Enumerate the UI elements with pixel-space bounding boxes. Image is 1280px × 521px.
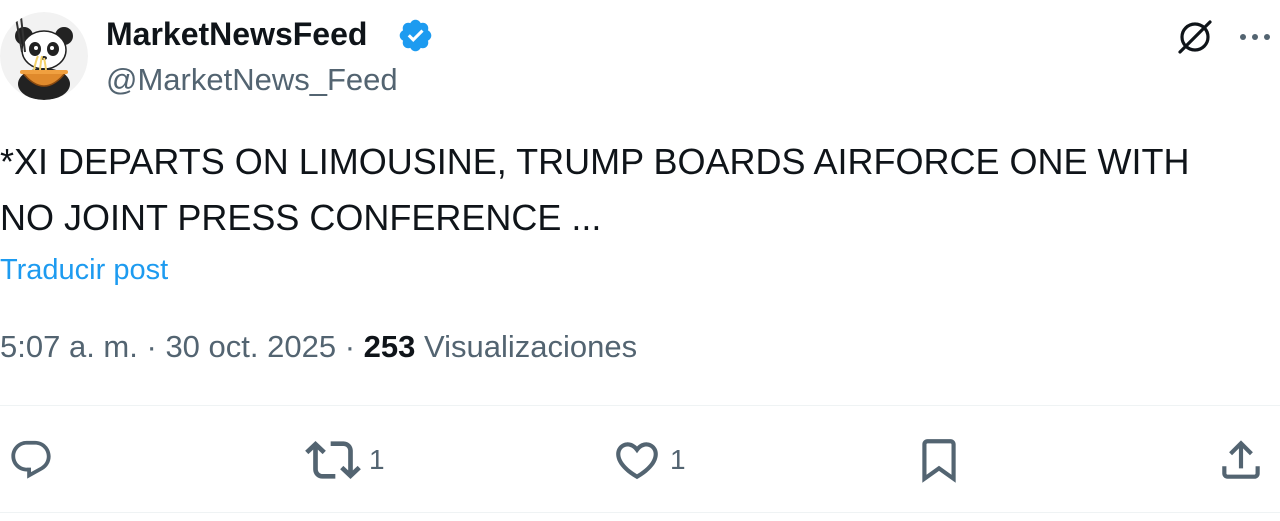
grok-icon — [1178, 20, 1212, 54]
reply-button[interactable] — [8, 434, 62, 486]
tweet-card: MarketNewsFeed @MarketNews_Feed *XI DEPA… — [0, 0, 1280, 521]
post-metadata: 5:07 a. m. · 30 oct. 2025 · 253 Visualiz… — [0, 326, 637, 368]
verified-badge-icon — [399, 19, 432, 52]
author-name[interactable]: MarketNewsFeed — [106, 14, 367, 54]
retweet-count: 1 — [369, 444, 385, 475]
like-button[interactable]: 1 — [612, 434, 686, 486]
views-label: Visualizaciones — [424, 329, 638, 364]
meta-separator: · — [344, 329, 356, 364]
retweet-button[interactable]: 1 — [305, 434, 385, 486]
author-handle[interactable]: @MarketNews_Feed — [106, 60, 398, 100]
divider — [0, 512, 1280, 513]
post-date[interactable]: 30 oct. 2025 — [165, 329, 336, 364]
meta-separator: · — [146, 329, 157, 364]
author-avatar[interactable] — [0, 12, 88, 100]
like-count: 1 — [670, 444, 686, 475]
heart-icon — [616, 442, 658, 480]
panda-avatar-icon — [0, 12, 88, 100]
translate-post-link[interactable]: Traducir post — [0, 250, 168, 290]
bookmark-button[interactable] — [914, 434, 972, 486]
retweet-icon — [305, 441, 361, 479]
divider — [0, 405, 1280, 406]
grok-button[interactable] — [1172, 14, 1218, 60]
more-options-button[interactable] — [1232, 14, 1278, 60]
share-icon — [1222, 440, 1260, 479]
share-button[interactable] — [1216, 434, 1274, 486]
reply-icon — [11, 440, 51, 479]
post-time[interactable]: 5:07 a. m. — [0, 329, 138, 364]
bookmark-icon — [922, 439, 956, 483]
views-count: 253 — [363, 329, 416, 364]
more-options-icon — [1240, 34, 1270, 40]
post-text: *XI DEPARTS ON LIMOUSINE, TRUMP BOARDS A… — [0, 141, 1190, 238]
